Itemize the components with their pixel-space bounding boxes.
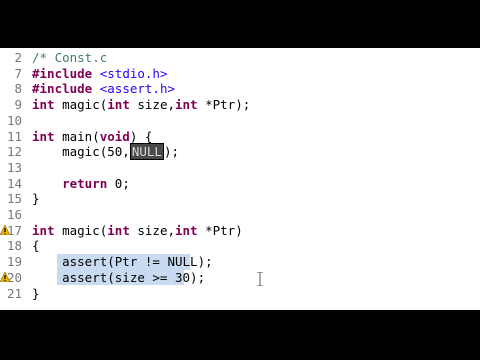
warning-marker-icon[interactable] bbox=[0, 224, 10, 235]
code-text: /* Const.c bbox=[32, 51, 107, 65]
code-token: 0; bbox=[107, 175, 130, 191]
line-number: 7 bbox=[14, 65, 22, 81]
line-gutter[interactable]: 10 bbox=[0, 113, 26, 129]
code-line[interactable]: 21} bbox=[0, 286, 480, 302]
line-number: 13 bbox=[6, 159, 22, 175]
line-gutter[interactable]: 15 bbox=[0, 191, 26, 207]
code-editor[interactable]: 2 /* Const.c 7 #include <stdio.h> 8 #include … bbox=[0, 48, 480, 310]
line-gutter[interactable]: 12 bbox=[0, 144, 26, 160]
code-line[interactable]: 9 int magic(int size,int *Ptr); bbox=[0, 97, 480, 113]
include-path-token: <assert.h> bbox=[99, 81, 176, 97]
code-token: } bbox=[32, 191, 40, 207]
keyword-token: void bbox=[99, 128, 130, 144]
code-text: #include <assert.h> bbox=[32, 82, 175, 96]
code-line[interactable]: 11 int main(void) { bbox=[0, 129, 480, 145]
code-token: assert(size >= 30); bbox=[32, 269, 206, 285]
code-token: *Ptr) bbox=[197, 222, 243, 238]
code-line[interactable]: 13 bbox=[0, 160, 480, 176]
line-number: 21 bbox=[6, 285, 22, 301]
code-token: main( bbox=[54, 128, 100, 144]
code-text: int main(void) { bbox=[32, 128, 153, 144]
line-number: 18 bbox=[6, 238, 22, 254]
code-token: magic( bbox=[54, 97, 108, 113]
keyword-token: int bbox=[175, 222, 198, 238]
line-gutter[interactable]: 20 bbox=[0, 270, 26, 286]
keyword-token: int bbox=[107, 222, 130, 238]
code-token: size, bbox=[129, 222, 175, 238]
code-text: { bbox=[32, 239, 40, 253]
line-gutter[interactable]: 13 bbox=[0, 160, 26, 176]
code-line[interactable]: 14 return 0; bbox=[0, 176, 480, 192]
code-token: ); bbox=[163, 144, 180, 160]
line-gutter[interactable]: 8 bbox=[0, 81, 26, 97]
line-number: 11 bbox=[6, 128, 22, 144]
code-text: assert(Ptr != NULL); bbox=[32, 255, 213, 269]
code-text: int magic(int size,int *Ptr); bbox=[32, 98, 250, 112]
keyword-token: int bbox=[32, 128, 55, 144]
code-text: int magic(int size,int *Ptr) bbox=[32, 222, 243, 238]
code-token: *Ptr); bbox=[197, 97, 251, 113]
code-line[interactable]: 7 #include <stdio.h> bbox=[0, 66, 480, 82]
code-token: magic(50, bbox=[32, 144, 130, 160]
text-cursor-ibeam-icon bbox=[257, 272, 263, 286]
code-line[interactable]: 15} bbox=[0, 191, 480, 207]
code-text: return 0; bbox=[32, 175, 130, 191]
code-text: magic(50, NULL); bbox=[32, 143, 180, 161]
line-gutter[interactable]: 21 bbox=[0, 286, 26, 302]
code-token: #include bbox=[32, 65, 93, 81]
line-gutter[interactable]: 9 bbox=[0, 97, 26, 113]
line-number: 16 bbox=[6, 207, 22, 222]
code-text: } bbox=[32, 285, 40, 301]
code-token: assert(Ptr != NULL); bbox=[32, 254, 213, 270]
line-number: 8 bbox=[14, 81, 22, 97]
code-text: } bbox=[32, 192, 40, 206]
code-token: } bbox=[32, 285, 40, 301]
comment-token: /* Const.c bbox=[32, 50, 108, 65]
keyword-token: int bbox=[107, 97, 130, 113]
code-line[interactable]: 12 magic(50, NULL); bbox=[0, 143, 480, 161]
line-number: 15 bbox=[6, 191, 22, 207]
code-line[interactable]: 19 assert(Ptr != NULL); bbox=[0, 254, 480, 270]
keyword-token: return bbox=[62, 175, 108, 191]
selected-token: NULL bbox=[129, 143, 164, 161]
line-number: 10 bbox=[6, 112, 22, 128]
line-number: 12 bbox=[6, 144, 22, 160]
line-number: 9 bbox=[14, 97, 22, 113]
line-gutter[interactable]: 17 bbox=[0, 223, 26, 239]
keyword-token: int bbox=[32, 97, 55, 113]
keyword-token: int bbox=[32, 222, 55, 238]
line-number: 19 bbox=[6, 254, 22, 270]
code-line[interactable]: 8 #include <assert.h> bbox=[0, 81, 480, 97]
line-gutter[interactable]: 16 bbox=[0, 207, 26, 223]
code-text: #include <stdio.h> bbox=[32, 65, 168, 81]
code-token: magic( bbox=[54, 222, 108, 238]
code-text: assert(size >= 30); bbox=[32, 269, 206, 285]
line-gutter[interactable]: 2 bbox=[0, 50, 26, 66]
warning-marker-icon[interactable] bbox=[0, 271, 10, 282]
line-gutter[interactable]: 19 bbox=[0, 254, 26, 270]
code-token: { bbox=[32, 238, 40, 254]
line-number: 14 bbox=[6, 175, 22, 191]
line-gutter[interactable]: 7 bbox=[0, 66, 26, 82]
line-gutter[interactable]: 18 bbox=[0, 238, 26, 254]
line-number: 2 bbox=[14, 50, 22, 65]
code-token: #include bbox=[32, 81, 93, 97]
code-line[interactable]: 18 { bbox=[0, 238, 480, 254]
code-token: ) { bbox=[129, 128, 153, 144]
code-token: size, bbox=[129, 97, 175, 113]
code-line[interactable]: 16 bbox=[0, 207, 480, 223]
include-path-token: <stdio.h> bbox=[99, 65, 168, 81]
keyword-token: int bbox=[175, 97, 198, 113]
line-gutter[interactable]: 14 bbox=[0, 176, 26, 192]
code-line[interactable]: 2 /* Const.c bbox=[0, 50, 480, 66]
line-gutter[interactable]: 11 bbox=[0, 129, 26, 145]
code-line[interactable]: 10 bbox=[0, 113, 480, 129]
code-line[interactable]: 20 assert(size >= 30); bbox=[0, 269, 480, 286]
code-line[interactable]: 17 int magic(int size,int *Ptr) bbox=[0, 223, 480, 239]
